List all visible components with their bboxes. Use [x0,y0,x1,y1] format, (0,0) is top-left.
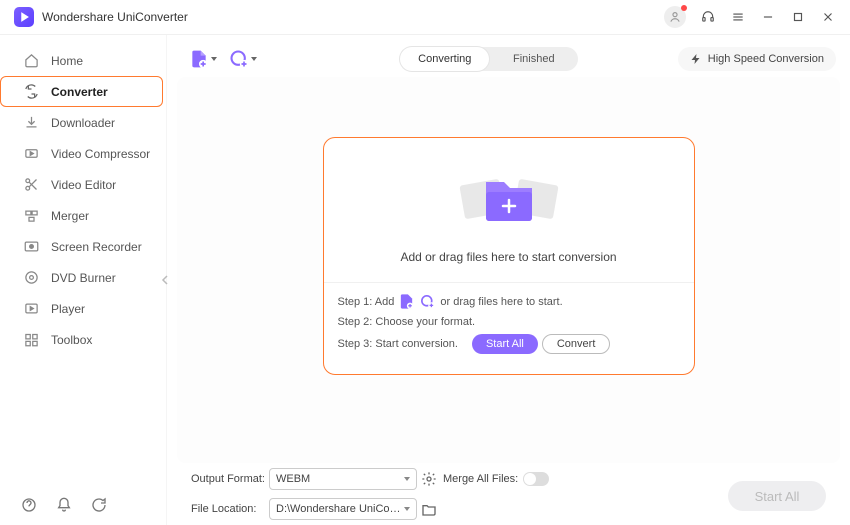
drop-headline: Add or drag files here to start conversi… [334,250,684,264]
download-icon [23,115,39,131]
drop-zone[interactable]: Add or drag files here to start conversi… [323,137,695,375]
sidebar-item-player[interactable]: Player [0,293,163,324]
convert-button[interactable]: Convert [542,334,611,354]
sidebar-item-downloader[interactable]: Downloader [0,107,163,138]
sidebar-item-toolbox[interactable]: Toolbox [0,324,163,355]
tab-finished[interactable]: Finished [489,47,578,71]
sidebar-item-label: DVD Burner [51,271,116,285]
bell-icon[interactable] [55,496,72,513]
drop-steps: Step 1: Add or drag files here to start.… [324,283,694,374]
headset-icon[interactable] [700,9,716,25]
sidebar-item-label: Merger [51,209,89,223]
compressor-icon [23,146,39,162]
output-format-label: Output Format: [191,473,269,485]
minimize-icon[interactable] [760,9,776,25]
toolbar: Converting Finished High Speed Conversio… [177,35,840,77]
start-all-main-button[interactable]: Start All [728,481,826,511]
merge-label: Merge All Files: [443,473,523,485]
tab-converting[interactable]: Converting [400,47,489,71]
step3-text: Step 3: Start conversion. [338,338,458,350]
step2-text: Step 2: Choose your format. [338,316,476,328]
help-icon[interactable] [20,496,37,513]
step1-prefix: Step 1: Add [338,296,395,308]
sidebar-collapse-icon[interactable] [160,265,170,295]
sidebar-item-label: Video Editor [51,178,116,192]
high-speed-label: High Speed Conversion [708,53,824,65]
toolbox-icon [23,332,39,348]
titlebar-actions [664,6,836,28]
app-logo [14,7,34,27]
sidebar-item-label: Converter [51,85,108,99]
sidebar-item-dvd[interactable]: DVD Burner [0,262,163,293]
settings-gear-icon[interactable] [419,469,439,489]
maximize-icon[interactable] [790,9,806,25]
chevron-down-icon [404,477,410,481]
lightning-icon [690,53,702,65]
footer: Output Format: WEBM Merge All Files: Fil… [177,467,840,525]
step1-suffix: or drag files here to start. [440,296,562,308]
sidebar-item-merger[interactable]: Merger [0,200,163,231]
sidebar-item-label: Player [51,302,85,316]
sidebar-item-converter[interactable]: Converter [0,76,163,107]
output-format-select[interactable]: WEBM [269,468,417,490]
high-speed-button[interactable]: High Speed Conversion [678,47,836,71]
file-location-value: D:\Wondershare UniConverter [276,503,404,515]
add-file-icon [398,293,415,310]
sidebar-item-label: Toolbox [51,333,92,347]
open-folder-icon[interactable] [419,499,439,519]
add-url-icon [419,293,436,310]
sidebar: Home Converter Downloader Video Compress… [0,35,167,525]
content-area: Add or drag files here to start conversi… [177,77,840,463]
close-icon[interactable] [820,9,836,25]
account-icon[interactable] [664,6,686,28]
sidebar-item-label: Downloader [51,116,115,130]
feedback-icon[interactable] [90,496,107,513]
player-icon [23,301,39,317]
merge-toggle[interactable] [523,472,549,486]
file-location-select[interactable]: D:\Wondershare UniConverter [269,498,417,520]
sidebar-item-editor[interactable]: Video Editor [0,169,163,200]
home-icon [23,53,39,69]
converter-icon [23,84,39,100]
sidebar-item-compressor[interactable]: Video Compressor [0,138,163,169]
sidebar-item-label: Home [51,54,83,68]
chevron-down-icon [404,507,410,511]
output-format-value: WEBM [276,473,310,485]
file-location-label: File Location: [191,503,269,515]
sidebar-item-label: Video Compressor [51,147,150,161]
scissors-icon [23,177,39,193]
sidebar-item-label: Screen Recorder [51,240,142,254]
titlebar: Wondershare UniConverter [0,0,850,35]
status-tabs: Converting Finished [400,47,578,71]
hamburger-icon[interactable] [730,9,746,25]
sidebar-item-recorder[interactable]: Screen Recorder [0,231,163,262]
add-url-button[interactable] [227,47,259,71]
merger-icon [23,208,39,224]
recorder-icon [23,239,39,255]
folder-illustration [334,164,684,234]
bottom-status-icons [20,496,107,513]
app-title: Wondershare UniConverter [42,10,188,24]
add-file-button[interactable] [187,47,219,71]
drop-zone-top: Add or drag files here to start conversi… [324,138,694,283]
start-all-button[interactable]: Start All [472,334,538,354]
disc-icon [23,270,39,286]
sidebar-item-home[interactable]: Home [0,45,163,76]
